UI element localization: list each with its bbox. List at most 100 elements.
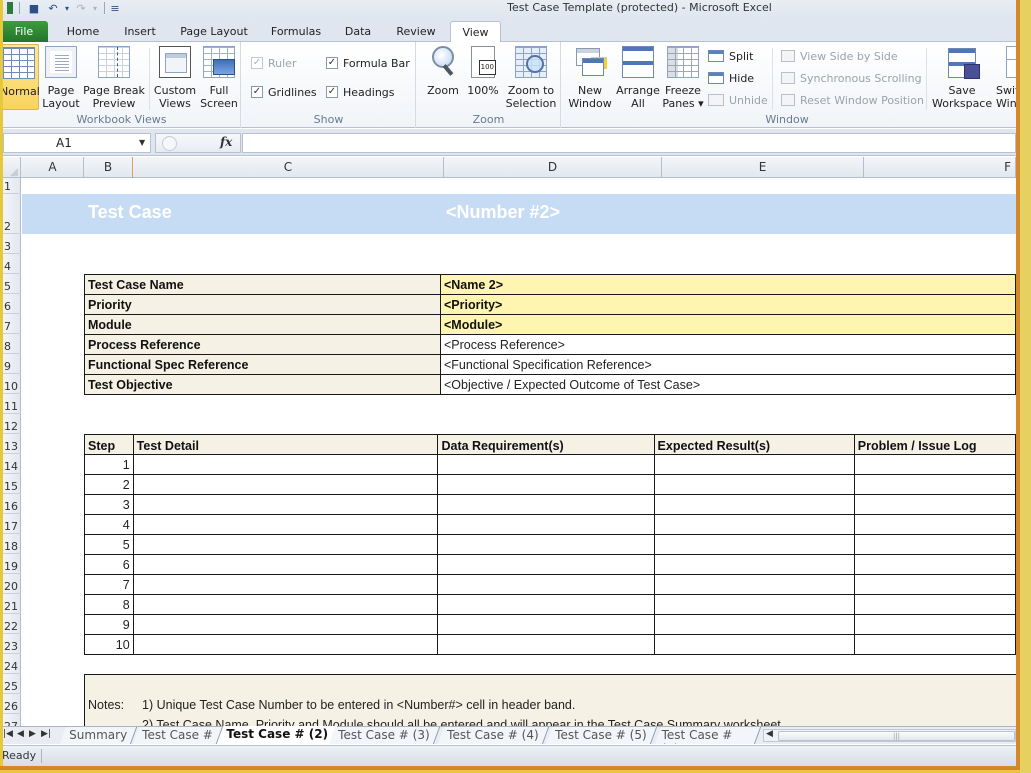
step-cell[interactable] <box>853 594 1016 615</box>
step-cell[interactable] <box>132 614 439 635</box>
step-cell[interactable] <box>653 534 855 555</box>
normal-view-button[interactable]: Normal <box>3 44 40 110</box>
scroll-left-icon[interactable]: ◀ <box>766 729 773 739</box>
row-header[interactable]: 5 <box>3 274 21 294</box>
row-header[interactable]: 2 <box>3 194 21 234</box>
column-header-f[interactable]: F <box>864 157 1016 178</box>
step-cell[interactable] <box>132 594 439 615</box>
step-cell[interactable] <box>437 494 655 515</box>
step-cell[interactable] <box>132 534 439 555</box>
step-cell[interactable] <box>437 514 655 535</box>
first-sheet-icon[interactable]: |◀ <box>3 729 13 739</box>
row-header[interactable]: 26 <box>3 694 21 714</box>
info-value[interactable]: <Module> <box>439 314 1016 335</box>
reset-window-position-button[interactable]: Reset Window Position <box>781 91 924 109</box>
row-header[interactable]: 7 <box>3 314 21 334</box>
step-number[interactable]: 3 <box>84 494 134 515</box>
step-cell[interactable] <box>437 454 655 475</box>
info-value[interactable]: <Priority> <box>439 294 1016 315</box>
zoom-button[interactable]: Zoom <box>423 44 463 97</box>
row-header[interactable]: 25 <box>3 674 21 694</box>
step-cell[interactable] <box>853 554 1016 575</box>
step-cell[interactable] <box>437 474 655 495</box>
freeze-panes-button[interactable]: Freeze Panes ▾ <box>662 44 704 110</box>
formula-input[interactable] <box>242 133 1016 153</box>
header-problem-issue-log[interactable]: Problem / Issue Log <box>853 434 1016 455</box>
info-label[interactable]: Priority <box>84 294 441 315</box>
synchronous-scrolling-button[interactable]: Synchronous Scrolling <box>781 69 922 87</box>
step-cell[interactable] <box>653 474 855 495</box>
step-cell[interactable] <box>132 554 439 575</box>
tab-home[interactable]: Home <box>61 21 105 42</box>
row-header[interactable]: 16 <box>3 494 21 514</box>
step-cell[interactable] <box>437 554 655 575</box>
headings-checkbox[interactable]: ✓ Headings <box>326 83 395 101</box>
step-number[interactable]: 4 <box>84 514 134 535</box>
view-side-by-side-button[interactable]: View Side by Side <box>781 47 898 65</box>
row-header[interactable]: 22 <box>3 614 21 634</box>
row-header[interactable]: 10 <box>3 374 21 394</box>
step-cell[interactable] <box>653 494 855 515</box>
zoom-100-button[interactable]: 100% <box>465 44 501 97</box>
step-cell[interactable] <box>653 594 855 615</box>
step-cell[interactable] <box>653 634 855 655</box>
tab-insert[interactable]: Insert <box>118 21 162 42</box>
step-cell[interactable] <box>437 574 655 595</box>
row-header[interactable]: 21 <box>3 594 21 614</box>
header-step[interactable]: Step <box>84 434 134 455</box>
horizontal-scrollbar[interactable]: ◀ ||| <box>763 729 1016 742</box>
page-break-preview-button[interactable]: Page Break Preview <box>83 44 145 110</box>
step-number[interactable]: 2 <box>84 474 134 495</box>
step-cell[interactable] <box>132 634 439 655</box>
row-header[interactable]: 27 <box>3 714 21 726</box>
insert-function-icon[interactable]: fx <box>220 135 232 149</box>
formula-bar-checkbox[interactable]: ✓ Formula Bar <box>326 54 410 72</box>
row-header[interactable]: 12 <box>3 414 21 434</box>
sheet-tab-test-case-6[interactable]: Test Case # (6) <box>654 727 762 744</box>
column-header-c[interactable]: C <box>133 157 444 178</box>
row-header[interactable]: 19 <box>3 554 21 574</box>
step-number[interactable]: 1 <box>84 454 134 475</box>
last-sheet-icon[interactable]: ▶| <box>41 729 51 739</box>
step-cell[interactable] <box>653 514 855 535</box>
header-test-detail[interactable]: Test Detail <box>132 434 439 455</box>
step-cell[interactable] <box>132 454 439 475</box>
custom-views-button[interactable]: Custom Views <box>153 44 197 110</box>
tab-view[interactable]: View <box>450 21 501 43</box>
info-label[interactable]: Test Objective <box>84 374 441 395</box>
row-header[interactable]: 8 <box>3 334 21 354</box>
step-cell[interactable] <box>653 454 855 475</box>
step-cell[interactable] <box>132 474 439 495</box>
name-box[interactable]: A1 <box>3 133 151 153</box>
row-header[interactable]: 14 <box>3 454 21 474</box>
row-header[interactable]: 13 <box>3 434 21 454</box>
split-button[interactable]: Split <box>708 47 753 65</box>
step-cell[interactable] <box>437 594 655 615</box>
row-header[interactable]: 11 <box>3 394 21 414</box>
step-cell[interactable] <box>653 614 855 635</box>
arrange-all-button[interactable]: Arrange All <box>616 44 660 110</box>
info-value[interactable]: <Process Reference> <box>439 334 1016 355</box>
sheet-tab-test-case[interactable]: Test Case # <box>132 727 223 744</box>
step-cell[interactable] <box>437 534 655 555</box>
row-header[interactable]: 17 <box>3 514 21 534</box>
step-number[interactable]: 8 <box>84 594 134 615</box>
row-header[interactable]: 9 <box>3 354 21 374</box>
name-box-dropdown-icon[interactable]: ▼ <box>139 138 145 147</box>
info-label[interactable]: Test Case Name <box>84 274 441 295</box>
step-cell[interactable] <box>853 474 1016 495</box>
row-header[interactable]: 4 <box>3 254 21 274</box>
new-window-button[interactable]: New Window <box>566 44 614 110</box>
row-header[interactable]: 6 <box>3 294 21 314</box>
step-cell[interactable] <box>653 574 855 595</box>
info-value[interactable]: <Objective / Expected Outcome of Test Ca… <box>439 374 1016 395</box>
step-cell[interactable] <box>853 494 1016 515</box>
info-label[interactable]: Process Reference <box>84 334 441 355</box>
header-expected-results[interactable]: Expected Result(s) <box>653 434 855 455</box>
switch-windows-button[interactable]: Switch Windows <box>996 44 1016 110</box>
row-header[interactable]: 15 <box>3 474 21 494</box>
row-header[interactable]: 20 <box>3 574 21 594</box>
ruler-checkbox[interactable]: ✓ Ruler <box>251 54 296 72</box>
step-cell[interactable] <box>132 514 439 535</box>
full-screen-button[interactable]: Full Screen <box>199 44 239 110</box>
